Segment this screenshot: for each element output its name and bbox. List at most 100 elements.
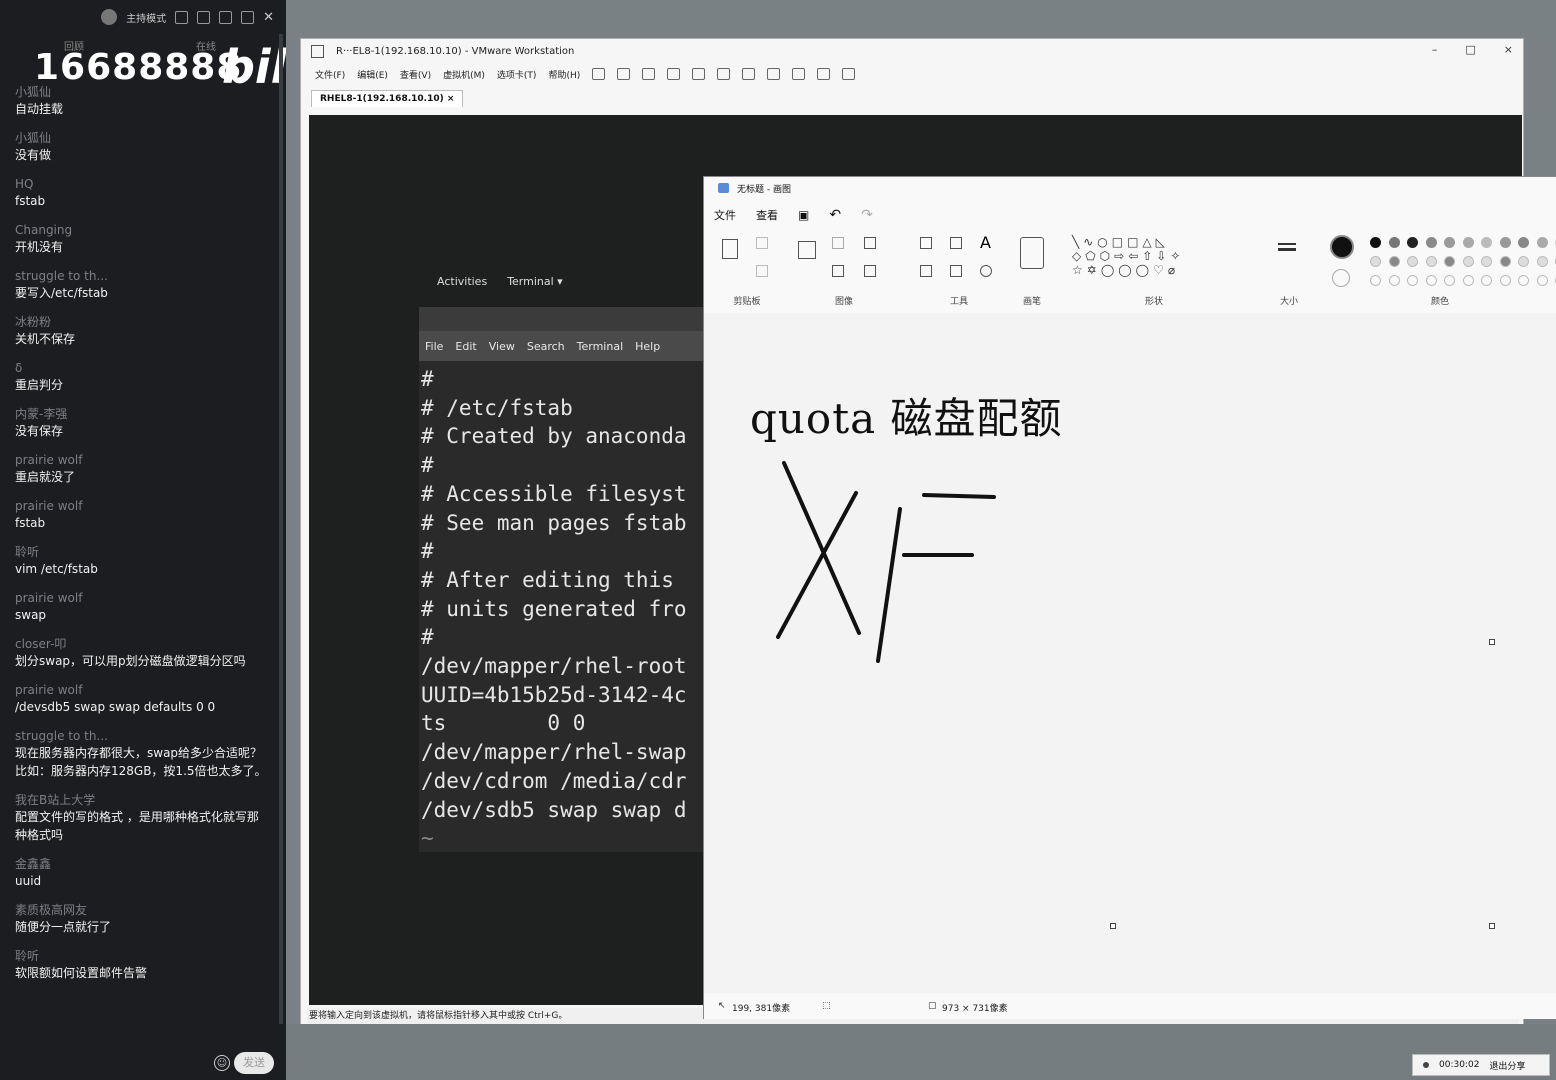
menu-vm[interactable]: 虚拟机(M) bbox=[443, 68, 485, 81]
palette-swatch[interactable] bbox=[1518, 275, 1529, 286]
chat-scrollbar[interactable] bbox=[279, 34, 283, 1024]
maximize-button[interactable]: □ bbox=[1465, 43, 1475, 56]
revert-snapshot-icon[interactable] bbox=[667, 68, 681, 80]
palette-swatch[interactable] bbox=[1462, 275, 1474, 286]
palette-swatch[interactable] bbox=[1444, 256, 1455, 267]
terminal-app-menu[interactable]: Terminal ▾ bbox=[507, 275, 563, 288]
palette-swatch[interactable] bbox=[1370, 237, 1381, 248]
stretch-icon[interactable] bbox=[842, 68, 856, 80]
palette-swatch[interactable] bbox=[1536, 237, 1548, 248]
tab-rhel8-1[interactable]: RHEL8-1(192.168.10.10) × bbox=[311, 90, 464, 107]
menu-file[interactable]: 文件(F) bbox=[315, 68, 345, 81]
color-picker-icon[interactable] bbox=[950, 265, 962, 277]
terminal-line: ~ bbox=[421, 826, 434, 851]
palette-swatch[interactable] bbox=[1370, 275, 1381, 286]
palette-swatch[interactable] bbox=[1370, 256, 1381, 267]
text-tool-icon[interactable]: A bbox=[980, 233, 991, 252]
chat-text: 重启判分 bbox=[15, 378, 64, 392]
copy-icon[interactable] bbox=[756, 265, 768, 277]
paint-menu-view[interactable]: 查看 bbox=[756, 207, 778, 223]
resize-handle-right[interactable] bbox=[1489, 639, 1495, 645]
thumbnail-icon[interactable] bbox=[742, 68, 756, 80]
palette-swatch[interactable] bbox=[1425, 256, 1437, 267]
emoji-icon[interactable]: ☺ bbox=[214, 1055, 230, 1071]
palette-swatch[interactable] bbox=[1407, 275, 1418, 286]
palette-swatch[interactable] bbox=[1536, 256, 1548, 267]
brush-icon[interactable] bbox=[1020, 237, 1044, 269]
minimize-button[interactable]: – bbox=[1432, 43, 1438, 56]
popout-icon[interactable] bbox=[197, 10, 211, 24]
palette-swatch[interactable] bbox=[1425, 237, 1437, 248]
palette-swatch[interactable] bbox=[1444, 237, 1455, 248]
eraser-icon[interactable] bbox=[920, 265, 932, 277]
paste-icon[interactable] bbox=[722, 239, 738, 259]
unity-icon[interactable] bbox=[792, 68, 806, 80]
secondary-color[interactable] bbox=[1332, 269, 1350, 287]
term-menu-search[interactable]: Search bbox=[527, 340, 565, 353]
menu-edit[interactable]: 编辑(E) bbox=[357, 68, 388, 81]
pause-icon[interactable] bbox=[592, 68, 606, 80]
palette-swatch[interactable] bbox=[1407, 237, 1418, 248]
redo-icon[interactable]: ↷ bbox=[861, 207, 873, 223]
snapshot-icon[interactable] bbox=[642, 68, 656, 80]
save-icon[interactable]: ▣ bbox=[798, 208, 809, 222]
palette-swatch[interactable] bbox=[1481, 237, 1492, 248]
resize-handle-corner[interactable] bbox=[1489, 923, 1495, 929]
palette-swatch[interactable] bbox=[1518, 256, 1529, 267]
paint-menu-file[interactable]: 文件 bbox=[714, 207, 736, 223]
library-icon[interactable] bbox=[717, 68, 731, 80]
crop-icon[interactable] bbox=[832, 237, 844, 249]
menu-help[interactable]: 帮助(H) bbox=[548, 68, 580, 81]
console-icon[interactable] bbox=[817, 68, 831, 80]
send-keys-icon[interactable] bbox=[617, 68, 631, 80]
shapes-gallery[interactable]: ╲∿○□□△◺ ◇⬠⬡⇨⇦⇧⇩✧ ☆✡◯◯◯♡⌀ bbox=[1072, 235, 1184, 277]
palette-swatch[interactable] bbox=[1518, 237, 1529, 248]
term-menu-view[interactable]: View bbox=[489, 340, 515, 353]
select-icon[interactable] bbox=[798, 241, 816, 259]
cut-icon[interactable] bbox=[756, 237, 768, 249]
term-menu-edit[interactable]: Edit bbox=[455, 340, 476, 353]
fullscreen-icon[interactable] bbox=[767, 68, 781, 80]
activities-button[interactable]: Activities bbox=[437, 275, 487, 288]
palette-swatch[interactable] bbox=[1425, 275, 1437, 286]
fill-icon[interactable] bbox=[950, 237, 962, 249]
pencil-icon[interactable] bbox=[920, 237, 932, 249]
term-menu-file[interactable]: File bbox=[425, 340, 443, 353]
menu-view[interactable]: 查看(V) bbox=[400, 68, 431, 81]
settings-icon[interactable] bbox=[175, 10, 189, 24]
menu-icon[interactable] bbox=[219, 10, 233, 24]
size-icon[interactable] bbox=[1278, 243, 1296, 245]
flip-icon[interactable] bbox=[864, 265, 876, 277]
term-menu-help[interactable]: Help bbox=[635, 340, 660, 353]
palette-swatch[interactable] bbox=[1462, 237, 1474, 248]
palette-swatch[interactable] bbox=[1481, 275, 1492, 286]
palette-swatch[interactable] bbox=[1444, 275, 1455, 286]
term-menu-terminal[interactable]: Terminal bbox=[577, 340, 624, 353]
magnifier-icon[interactable] bbox=[980, 265, 992, 277]
palette-swatch[interactable] bbox=[1499, 237, 1511, 248]
exit-share-button[interactable]: 退出分享 bbox=[1489, 1059, 1525, 1072]
palette-swatch[interactable] bbox=[1481, 256, 1492, 267]
palette-swatch[interactable] bbox=[1388, 275, 1400, 286]
rotate-icon[interactable] bbox=[864, 237, 876, 249]
terminal-window[interactable]: File Edit View Search Terminal Help # # /… bbox=[419, 307, 709, 852]
resize-handle-bottom[interactable] bbox=[1110, 923, 1116, 929]
snapshot-manager-icon[interactable] bbox=[692, 68, 706, 80]
palette-swatch[interactable] bbox=[1407, 256, 1418, 267]
close-icon[interactable]: ✕ bbox=[263, 10, 274, 25]
palette-swatch[interactable] bbox=[1462, 256, 1474, 267]
paint-canvas[interactable]: quota 磁盘配额 bbox=[704, 313, 1556, 993]
palette-swatch[interactable] bbox=[1499, 275, 1511, 286]
palette-swatch[interactable] bbox=[1536, 275, 1548, 286]
maximize-icon[interactable] bbox=[241, 10, 255, 24]
palette-swatch[interactable] bbox=[1388, 256, 1400, 267]
canvas-drawing bbox=[776, 461, 996, 663]
menu-tabs[interactable]: 选项卡(T) bbox=[497, 68, 537, 81]
resize-icon[interactable] bbox=[832, 265, 844, 277]
undo-icon[interactable]: ↶ bbox=[829, 207, 841, 223]
palette-swatch[interactable] bbox=[1388, 237, 1400, 248]
palette-swatch[interactable] bbox=[1499, 256, 1511, 267]
primary-color[interactable] bbox=[1330, 235, 1354, 259]
close-button[interactable]: × bbox=[1504, 43, 1513, 56]
send-button[interactable]: 发送 bbox=[234, 1052, 274, 1074]
